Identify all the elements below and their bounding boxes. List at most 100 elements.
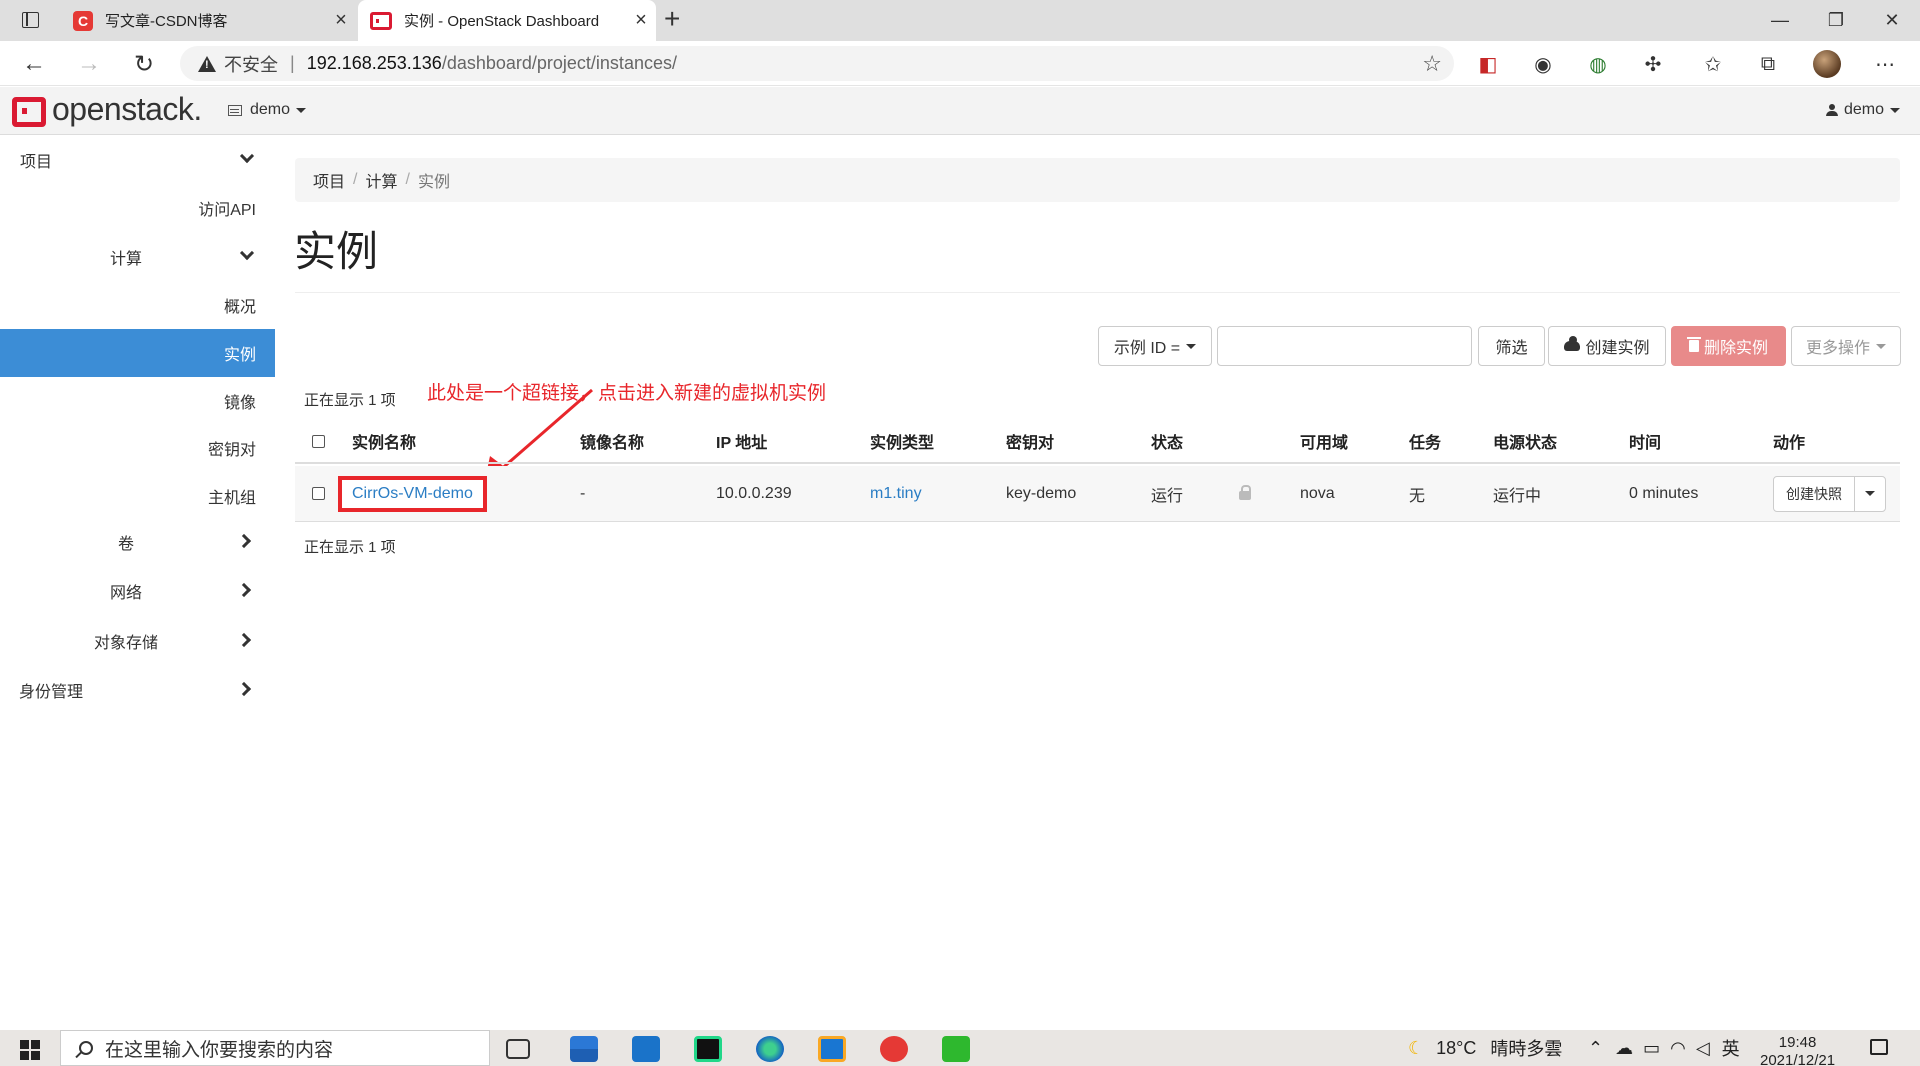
minimize-button[interactable]: —: [1752, 0, 1808, 41]
create-snapshot-button[interactable]: 创建快照: [1774, 476, 1855, 511]
forward-arrow-icon[interactable]: →: [73, 49, 105, 79]
openstack-logo-icon[interactable]: [12, 97, 46, 127]
warning-icon: [198, 55, 216, 72]
column-header-name[interactable]: 实例名称: [352, 420, 416, 462]
breadcrumb-item-compute[interactable]: 计算: [365, 168, 397, 192]
instance-flavor-link[interactable]: m1.tiny: [870, 466, 922, 521]
ime-indicator[interactable]: 英: [1722, 1035, 1740, 1061]
notification-center-icon[interactable]: [1870, 1039, 1888, 1055]
sidebar-item-identity[interactable]: 身份管理: [0, 666, 275, 714]
taskbar-search[interactable]: 在这里输入你要搜索的内容: [60, 1030, 490, 1066]
column-header-ip[interactable]: IP 地址: [716, 420, 767, 462]
globe-extension-icon[interactable]: ◍: [1585, 51, 1611, 77]
sidebar-item-overview[interactable]: 概况: [0, 281, 275, 329]
sidebar-item-project[interactable]: 项目: [0, 136, 275, 184]
pocket-extension-icon[interactable]: ◧: [1475, 51, 1501, 77]
weather-moon-icon: ☾: [1408, 1037, 1425, 1058]
insecure-label[interactable]: 不安全: [224, 51, 278, 77]
project-switcher[interactable]: demo: [228, 101, 307, 119]
sidebar-item-keypairs[interactable]: 密钥对: [0, 424, 275, 472]
sidebar-item-images[interactable]: 镜像: [0, 377, 275, 425]
maximize-button[interactable]: ❐: [1808, 0, 1864, 41]
task-view-icon[interactable]: [506, 1039, 530, 1059]
row-actions-dropdown[interactable]: [1855, 477, 1885, 511]
breadcrumb-separator: /: [405, 171, 410, 188]
user-menu[interactable]: demo: [1825, 101, 1900, 119]
store-icon[interactable]: [570, 1036, 598, 1062]
tab-actions-icon[interactable]: [22, 12, 39, 28]
instance-name-highlight: CirrOs-VM-demo: [338, 475, 487, 512]
column-header-zone[interactable]: 可用域: [1300, 420, 1348, 462]
windows-start-icon[interactable]: [20, 1040, 40, 1060]
favorite-star-icon[interactable]: ☆: [1422, 51, 1442, 77]
new-tab-button[interactable]: +: [664, 3, 680, 35]
row-actions-group: 创建快照: [1773, 475, 1886, 512]
taskbar-clock[interactable]: 19:48 2021/12/21: [1760, 1034, 1835, 1066]
filter-button[interactable]: 筛选: [1478, 326, 1545, 366]
vmware-icon[interactable]: [818, 1036, 846, 1062]
browser-tab-bar: C 写文章-CSDN博客 × 实例 - OpenStack Dashboard …: [0, 0, 1920, 41]
browser-tab-openstack[interactable]: 实例 - OpenStack Dashboard ×: [358, 0, 656, 41]
row-checkbox[interactable]: [312, 487, 325, 500]
volume-icon[interactable]: ◁: [1696, 1038, 1710, 1059]
sidebar-item-network[interactable]: 网络: [0, 567, 275, 615]
wifi-icon[interactable]: ◠: [1670, 1038, 1686, 1059]
pycharm-icon[interactable]: [694, 1036, 722, 1062]
filter-field-select[interactable]: 示例 ID =: [1098, 326, 1212, 366]
select-all-checkbox[interactable]: [312, 434, 325, 448]
weather-widget[interactable]: ☾ 18°C 晴時多雲: [1408, 1030, 1562, 1066]
address-bar[interactable]: 不安全 | 192.168.253.136/dashboard/project/…: [180, 46, 1454, 81]
create-instance-button[interactable]: 创建实例: [1548, 326, 1666, 366]
sidebar-item-label: 密钥对: [207, 442, 256, 459]
more-menu-icon[interactable]: ⋯: [1872, 51, 1898, 77]
column-header-image[interactable]: 镜像名称: [580, 420, 644, 462]
filter-input[interactable]: [1217, 326, 1472, 366]
column-header-time[interactable]: 时间: [1629, 420, 1661, 462]
more-actions-button[interactable]: 更多操作: [1791, 326, 1901, 366]
column-header-power[interactable]: 电源状态: [1493, 420, 1557, 462]
window-close-button[interactable]: ✕: [1864, 0, 1920, 41]
taskbar-search-placeholder: 在这里输入你要搜索的内容: [105, 1039, 334, 1061]
sidebar-item-compute[interactable]: 计算: [0, 233, 275, 281]
onedrive-icon[interactable]: ☁: [1615, 1038, 1633, 1059]
collections-icon[interactable]: ⧉: [1755, 51, 1781, 77]
instance-ip: 10.0.0.239: [716, 484, 792, 502]
sidebar-item-api-access[interactable]: 访问API: [0, 184, 275, 232]
back-arrow-icon[interactable]: ←: [18, 49, 50, 79]
instance-age: 0 minutes: [1629, 484, 1699, 502]
column-header-flavor[interactable]: 实例类型: [870, 420, 934, 462]
reload-icon[interactable]: ↻: [128, 49, 160, 79]
edge-icon[interactable]: [756, 1036, 784, 1062]
snail-app-icon[interactable]: [880, 1036, 908, 1062]
caret-down-icon: [1186, 343, 1197, 349]
browser-tab-csdn[interactable]: C 写文章-CSDN博客 ×: [58, 0, 356, 41]
tab-close-icon[interactable]: ×: [326, 9, 356, 32]
puzzle-extensions-icon[interactable]: ✣: [1640, 51, 1666, 77]
extension-icon[interactable]: ◉: [1530, 51, 1556, 77]
tray-overflow-icon[interactable]: ⌃: [1588, 1038, 1603, 1059]
chevron-right-icon: [236, 681, 255, 697]
favorites-icon[interactable]: ✩: [1700, 51, 1726, 77]
sidebar-item-label: 概况: [223, 299, 256, 316]
sidebar-item-instances[interactable]: 实例: [0, 329, 275, 377]
openstack-logo-text[interactable]: openstack.: [52, 91, 202, 128]
instance-image: -: [580, 484, 586, 502]
mail-icon[interactable]: [632, 1036, 660, 1062]
sidebar-item-volumes[interactable]: 卷: [0, 518, 275, 566]
instance-name-link[interactable]: CirrOs-VM-demo: [352, 485, 473, 502]
column-header-task[interactable]: 任务: [1409, 420, 1441, 462]
iqiyi-icon[interactable]: [942, 1036, 970, 1062]
sidebar-item-object-store[interactable]: 对象存储: [0, 617, 275, 665]
sidebar-nav: 项目 访问API 计算 概况 实例 镜像 密钥对 主机组 卷 网络 对象存储 身…: [0, 136, 275, 1030]
battery-icon[interactable]: ▭: [1643, 1038, 1660, 1059]
sidebar-item-label: 计算: [110, 251, 143, 268]
column-header-status[interactable]: 状态: [1151, 420, 1183, 462]
delete-instance-button[interactable]: 删除实例: [1671, 326, 1786, 366]
openstack-header: openstack. demo demo: [0, 87, 1920, 135]
tab-close-icon[interactable]: ×: [626, 9, 656, 32]
tab-title: 写文章-CSDN博客: [105, 13, 228, 30]
profile-avatar[interactable]: [1813, 50, 1841, 78]
column-header-keypair[interactable]: 密钥对: [1006, 420, 1054, 462]
breadcrumb-item-project[interactable]: 项目: [313, 168, 345, 192]
sidebar-item-server-groups[interactable]: 主机组: [0, 472, 275, 520]
